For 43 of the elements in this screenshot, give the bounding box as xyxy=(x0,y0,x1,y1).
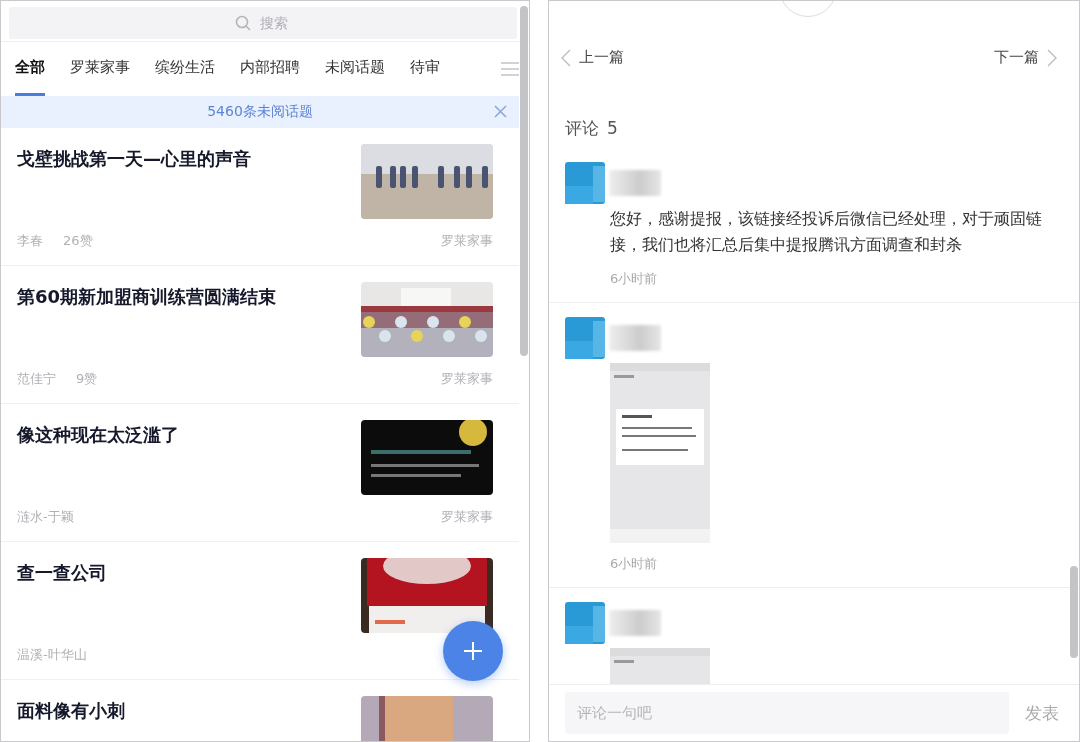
blurred-name xyxy=(609,325,661,351)
post-author: 涟水-于颖 xyxy=(17,508,74,526)
avatar xyxy=(565,317,605,359)
tab[interactable]: 未阅话题 xyxy=(325,42,385,96)
scrollbar[interactable] xyxy=(1070,566,1078,658)
search-icon xyxy=(235,15,251,31)
scrollbar[interactable] xyxy=(520,6,528,356)
avatar xyxy=(565,602,605,644)
blurred-name xyxy=(609,170,661,196)
post-title[interactable]: 戈壁挑战第一天—心里的声音 xyxy=(17,144,361,219)
post-category: 罗莱家事 xyxy=(441,370,493,388)
avatar xyxy=(565,162,605,204)
close-icon[interactable] xyxy=(494,105,507,118)
tab[interactable]: 缤纷生活 xyxy=(155,42,215,96)
plus-icon xyxy=(463,641,483,661)
post-title[interactable]: 面料像有小刺 xyxy=(17,696,361,741)
post-author: 范佳宁 xyxy=(17,370,56,388)
post-author: 温溪-叶华山 xyxy=(17,646,87,664)
comment-count: 5 xyxy=(607,118,618,138)
comment-text: 您好，感谢提报，该链接经投诉后微信已经处理，对于顽固链接，我们也将汇总后集中提报腾讯方面调查和封杀 xyxy=(610,208,1043,256)
post-category: 罗莱家事 xyxy=(441,508,493,526)
like-count: 26赞 xyxy=(63,232,93,250)
tab[interactable]: 罗莱家事 xyxy=(70,42,130,96)
search-field[interactable]: 搜索 xyxy=(9,7,517,39)
post-title[interactable]: 查一查公司 xyxy=(17,558,361,633)
blurred-name xyxy=(609,610,661,636)
tab[interactable]: 待审 xyxy=(410,42,440,96)
unread-count: 5460条未阅话题 xyxy=(207,103,313,121)
next-link[interactable]: 下一篇 xyxy=(994,48,1057,67)
menu-icon[interactable] xyxy=(501,62,519,76)
chevron-left-icon xyxy=(561,48,571,67)
comment-time: 6小时前 xyxy=(610,270,659,288)
post-author: 李春 xyxy=(17,232,43,250)
post-title[interactable]: 像这种现在太泛滥了 xyxy=(17,420,361,495)
prev-link[interactable]: 上一篇 xyxy=(561,48,624,67)
post-title[interactable]: 第60期新加盟商训练营圆满结束 xyxy=(17,282,361,357)
chevron-right-icon xyxy=(1047,48,1057,67)
tab[interactable]: 内部招聘 xyxy=(240,42,300,96)
add-button[interactable] xyxy=(443,621,503,681)
comment-time: 6小时前 xyxy=(610,555,659,573)
comments-heading: 评论 xyxy=(565,117,599,140)
post-category: 罗莱家事 xyxy=(441,232,493,250)
like-count: 9赞 xyxy=(76,370,98,388)
